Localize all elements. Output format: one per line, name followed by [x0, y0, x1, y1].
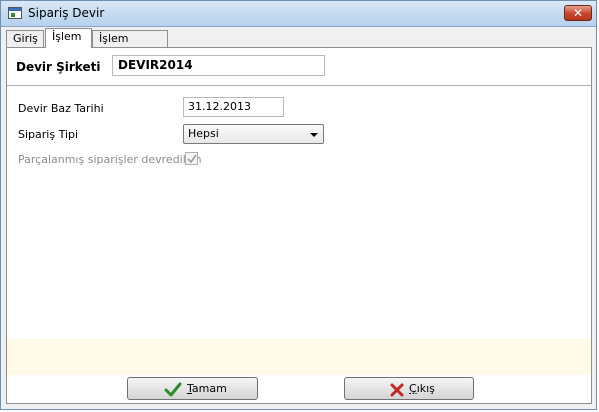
tab-giris-label: Giriş — [13, 32, 38, 45]
tab-islem-sonucu[interactable]: İşlem Sonucu — [92, 30, 168, 60]
close-button[interactable]: ✕ — [564, 5, 592, 21]
order-type-value: Hepsi — [188, 127, 219, 140]
base-date-label: Devir Baz Tarihi — [18, 102, 104, 115]
order-type-label: Sipariş Tipi — [18, 128, 79, 141]
tab-panel: Devir Şirketi DEVIR2014 Devir Baz Tarihi… — [6, 47, 592, 404]
x-icon — [390, 383, 404, 397]
cancel-button[interactable]: Çıkış — [344, 377, 474, 400]
title-bar: Sipariş Devir ✕ — [1, 1, 596, 27]
dropdown-arrow-icon — [310, 133, 318, 137]
ok-label: Tamam — [187, 382, 227, 395]
base-date-value: 31.12.2013 — [188, 100, 251, 113]
tab-islem-label: İşlem — [52, 30, 82, 43]
ok-button[interactable]: Tamam — [127, 377, 258, 400]
tab-giris[interactable]: Giriş — [6, 30, 44, 47]
tab-islem[interactable]: İşlem — [45, 28, 92, 48]
cancel-label: Çıkış — [409, 382, 435, 395]
app-window-icon — [8, 7, 22, 19]
company-header: Devir Şirketi DEVIR2014 — [7, 48, 591, 86]
window-title: Sipariş Devir — [28, 6, 105, 20]
checkmark-icon — [187, 154, 197, 164]
company-field[interactable]: DEVIR2014 — [112, 55, 325, 76]
close-icon: ✕ — [572, 6, 584, 20]
checkmark-icon — [164, 382, 182, 397]
order-type-select[interactable]: Hepsi — [183, 124, 324, 144]
company-label: Devir Şirketi — [16, 60, 101, 74]
split-orders-label: Parçalanmış siparişler devredilsin — [18, 153, 202, 166]
dialog-window: Sipariş Devir ✕ Giriş İşlem İşlem Sonucu… — [0, 0, 597, 410]
split-orders-checkbox[interactable] — [185, 152, 198, 165]
footer-info-band — [7, 339, 591, 375]
company-value: DEVIR2014 — [118, 58, 193, 72]
base-date-input[interactable]: 31.12.2013 — [183, 97, 284, 117]
